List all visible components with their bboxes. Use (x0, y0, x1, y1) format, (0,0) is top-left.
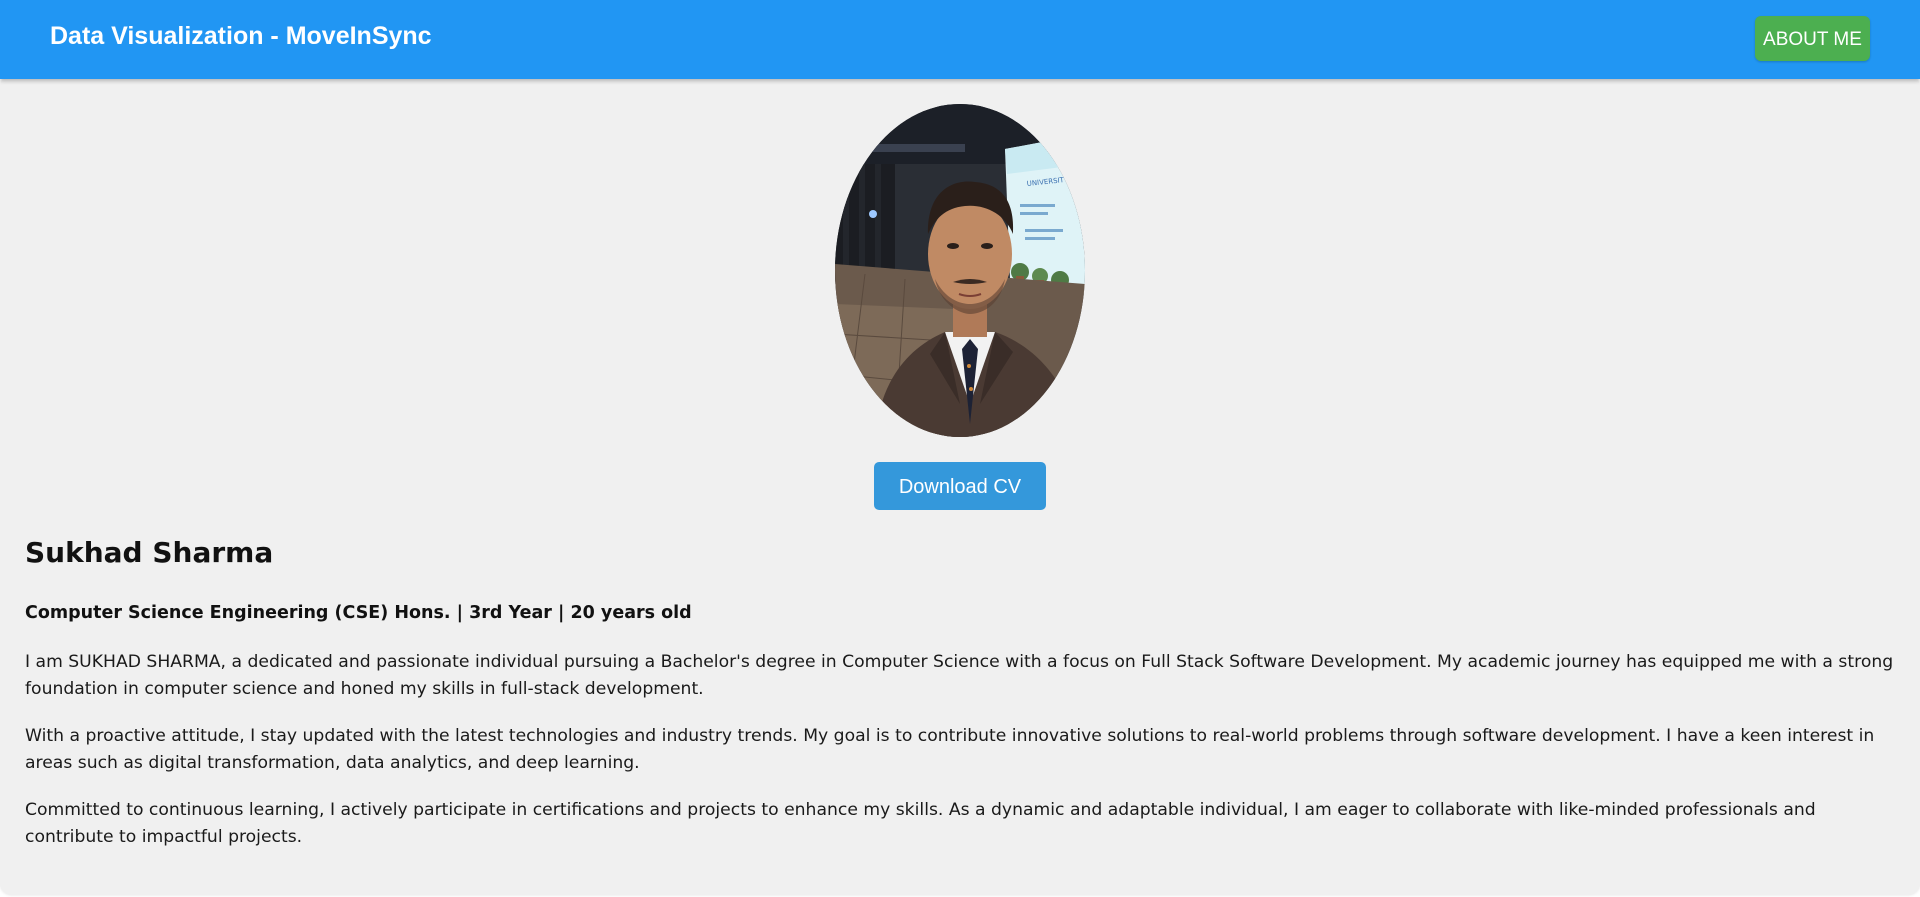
profile-photo-image: UNIVERSITY (835, 104, 1085, 437)
bio-paragraph: With a proactive attitude, I stay update… (25, 726, 1875, 773)
profile-subtitle: Computer Science Engineering (CSE) Hons.… (25, 603, 692, 623)
about-me-button[interactable]: ABOUT ME (1755, 16, 1870, 61)
profile-name: Sukhad Sharma (25, 536, 274, 569)
top-navbar: Data Visualization - MoveInSync ABOUT ME (0, 0, 1920, 79)
profile-photo: UNIVERSITY (835, 104, 1085, 437)
bio-paragraph: Committed to continuous learning, I acti… (25, 800, 1816, 847)
download-cv-button[interactable]: Download CV (874, 462, 1046, 510)
app-title: Data Visualization - MoveInSync (50, 22, 432, 50)
bio-paragraph: I am SUKHAD SHARMA, a dedicated and pass… (25, 652, 1894, 699)
